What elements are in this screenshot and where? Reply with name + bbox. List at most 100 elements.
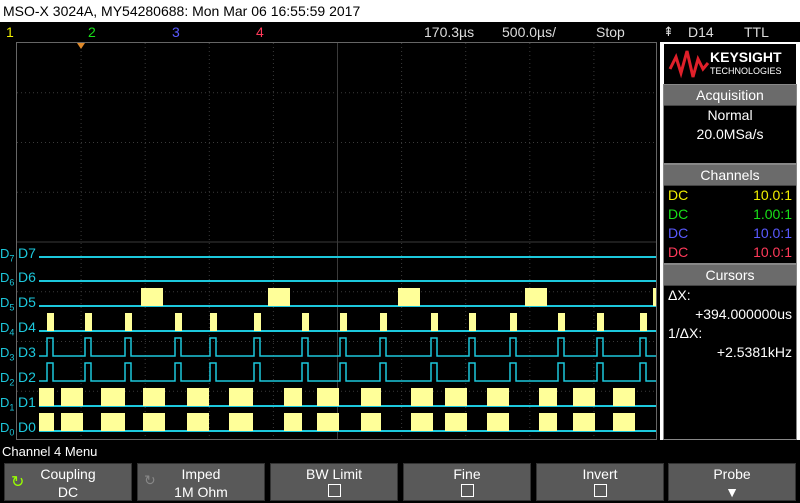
digital-label-d3: D3 D3 (0, 344, 36, 363)
digital-burst (143, 413, 165, 431)
digital-pulse (525, 288, 547, 306)
acquisition-mode: Normal (707, 107, 753, 123)
digital-trace-d3 (39, 337, 656, 357)
digital-pulse (302, 313, 309, 331)
fine-checkbox[interactable] (460, 484, 474, 497)
channel-probe-ratio: 10.0:1 (753, 187, 792, 203)
acquisition-rate: 20.0MSa/s (696, 126, 764, 142)
cursors-header: Cursors (664, 265, 796, 286)
cursor-dx-value: +394.000000us (695, 306, 792, 322)
digital-burst (411, 413, 433, 431)
channel-row-2: DC 1.00:1 (664, 205, 796, 224)
digital-label-d4: D4 D4 (0, 319, 36, 338)
digital-burst (487, 388, 509, 406)
trigger-level: TTL (744, 24, 769, 40)
digital-label-d1: D1 D1 (0, 394, 36, 413)
channel-row-3: DC 10.0:1 (664, 224, 796, 243)
digital-burst (317, 388, 339, 406)
waveform-graticule (17, 43, 656, 439)
window-title: MSO-X 3024A, MY54280688: Mon Mar 06 16:5… (0, 0, 800, 22)
fine-softkey[interactable]: Fine (403, 463, 531, 501)
digital-pulse (125, 313, 132, 331)
digital-burst (229, 413, 253, 431)
channels-header: Channels (664, 165, 796, 186)
digital-burst (445, 413, 467, 431)
digital-pulse (175, 313, 182, 331)
bw-limit-softkey[interactable]: BW Limit (270, 463, 398, 501)
channels-panel: Channels DC 10.0:1 DC 1.00:1 DC 10.0:1 DC 10.0:… (663, 164, 797, 264)
digital-burst (187, 388, 209, 406)
digital-pulse (141, 288, 163, 306)
digital-burst (61, 413, 83, 431)
digital-pulse (640, 313, 647, 331)
timebase-readout: 500.0µs/ (502, 24, 556, 40)
channel-row-1: DC 10.0:1 (664, 186, 796, 205)
digital-burst (61, 388, 83, 406)
coupling-softkey[interactable]: ↻ Coupling DC (4, 463, 132, 501)
digital-burst (284, 413, 302, 431)
imped-softkey[interactable]: ↻ Imped 1M Ohm (137, 463, 265, 501)
digital-burst (487, 413, 509, 431)
digital-pulse (340, 313, 347, 331)
digital-label-d6: D6 D6 (0, 269, 36, 288)
keysight-logo: KEYSIGHT TECHNOLOGIES (664, 44, 796, 84)
digital-pulse (597, 313, 604, 331)
digital-label-d2: D2 D2 (0, 369, 36, 388)
digital-burst (101, 413, 125, 431)
probe-softkey[interactable]: Probe ▼ (668, 463, 796, 501)
digital-pulse (510, 313, 517, 331)
status-bar: 1 2 3 4 170.3µs 500.0µs/ Stop ⇞ D14 TTL (0, 22, 800, 42)
digital-burst (539, 413, 557, 431)
channel-coupling: DC (668, 225, 689, 241)
channel-coupling: DC (668, 206, 689, 222)
cursor-inv-label: 1/ΔX: (668, 325, 703, 341)
digital-burst (101, 388, 125, 406)
cursor-inv-value: +2.5381kHz (716, 344, 792, 360)
invert-label: Invert (582, 466, 618, 482)
bw-limit-label: BW Limit (306, 466, 362, 482)
channel-probe-ratio: 10.0:1 (753, 225, 792, 241)
invert-checkbox[interactable] (593, 484, 607, 497)
cursor-dx-value-row: +394.000000us (664, 305, 796, 324)
acquisition-header: Acquisition (664, 85, 796, 106)
digital-pulse (380, 313, 387, 331)
cursor-dx-label: ΔX: (668, 287, 691, 303)
digital-pulse (268, 288, 290, 306)
imped-label: Imped (181, 466, 221, 482)
digital-burst (361, 388, 381, 406)
coupling-label: Coupling (40, 466, 96, 482)
digital-pulse (653, 288, 656, 306)
digital-burst (613, 388, 635, 406)
waveform-display[interactable] (16, 42, 657, 440)
submenu-arrow-icon: ▼ (725, 484, 739, 500)
digital-pulse (398, 288, 420, 306)
acquisition-panel: Acquisition Normal 20.0MSa/s (663, 84, 797, 164)
digital-pulse (254, 313, 261, 331)
channel-4-indicator[interactable]: 4 (256, 22, 264, 42)
channel-probe-ratio: 10.0:1 (753, 244, 792, 260)
digital-burst (445, 388, 467, 406)
digital-burst (361, 413, 381, 431)
run-state: Stop (596, 24, 625, 40)
digital-burst (39, 388, 54, 406)
channel-3-indicator[interactable]: 3 (172, 22, 180, 42)
digital-label-d0: D0 D0 (0, 419, 36, 438)
channel-probe-ratio: 1.00:1 (753, 206, 792, 222)
invert-softkey[interactable]: Invert (536, 463, 664, 501)
coupling-value: DC (57, 484, 79, 500)
digital-burst (143, 388, 165, 406)
probe-label: Probe (713, 466, 751, 482)
channel-row-4: DC 10.0:1 (664, 243, 796, 262)
cursor-dx-row: ΔX: (664, 286, 796, 305)
digital-burst (411, 388, 433, 406)
cursors-panel: Cursors ΔX: +394.000000us 1/ΔX: +2.5381k… (663, 264, 797, 440)
digital-trace-d2 (39, 362, 656, 382)
channel-2-indicator[interactable]: 2 (88, 22, 96, 42)
bw-limit-checkbox[interactable] (327, 484, 341, 497)
fine-label: Fine (453, 466, 481, 482)
channel-coupling: DC (668, 187, 689, 203)
digital-pulse (431, 313, 438, 331)
channel-1-indicator[interactable]: 1 (6, 22, 14, 42)
digital-burst (539, 388, 557, 406)
digital-burst (573, 413, 595, 431)
